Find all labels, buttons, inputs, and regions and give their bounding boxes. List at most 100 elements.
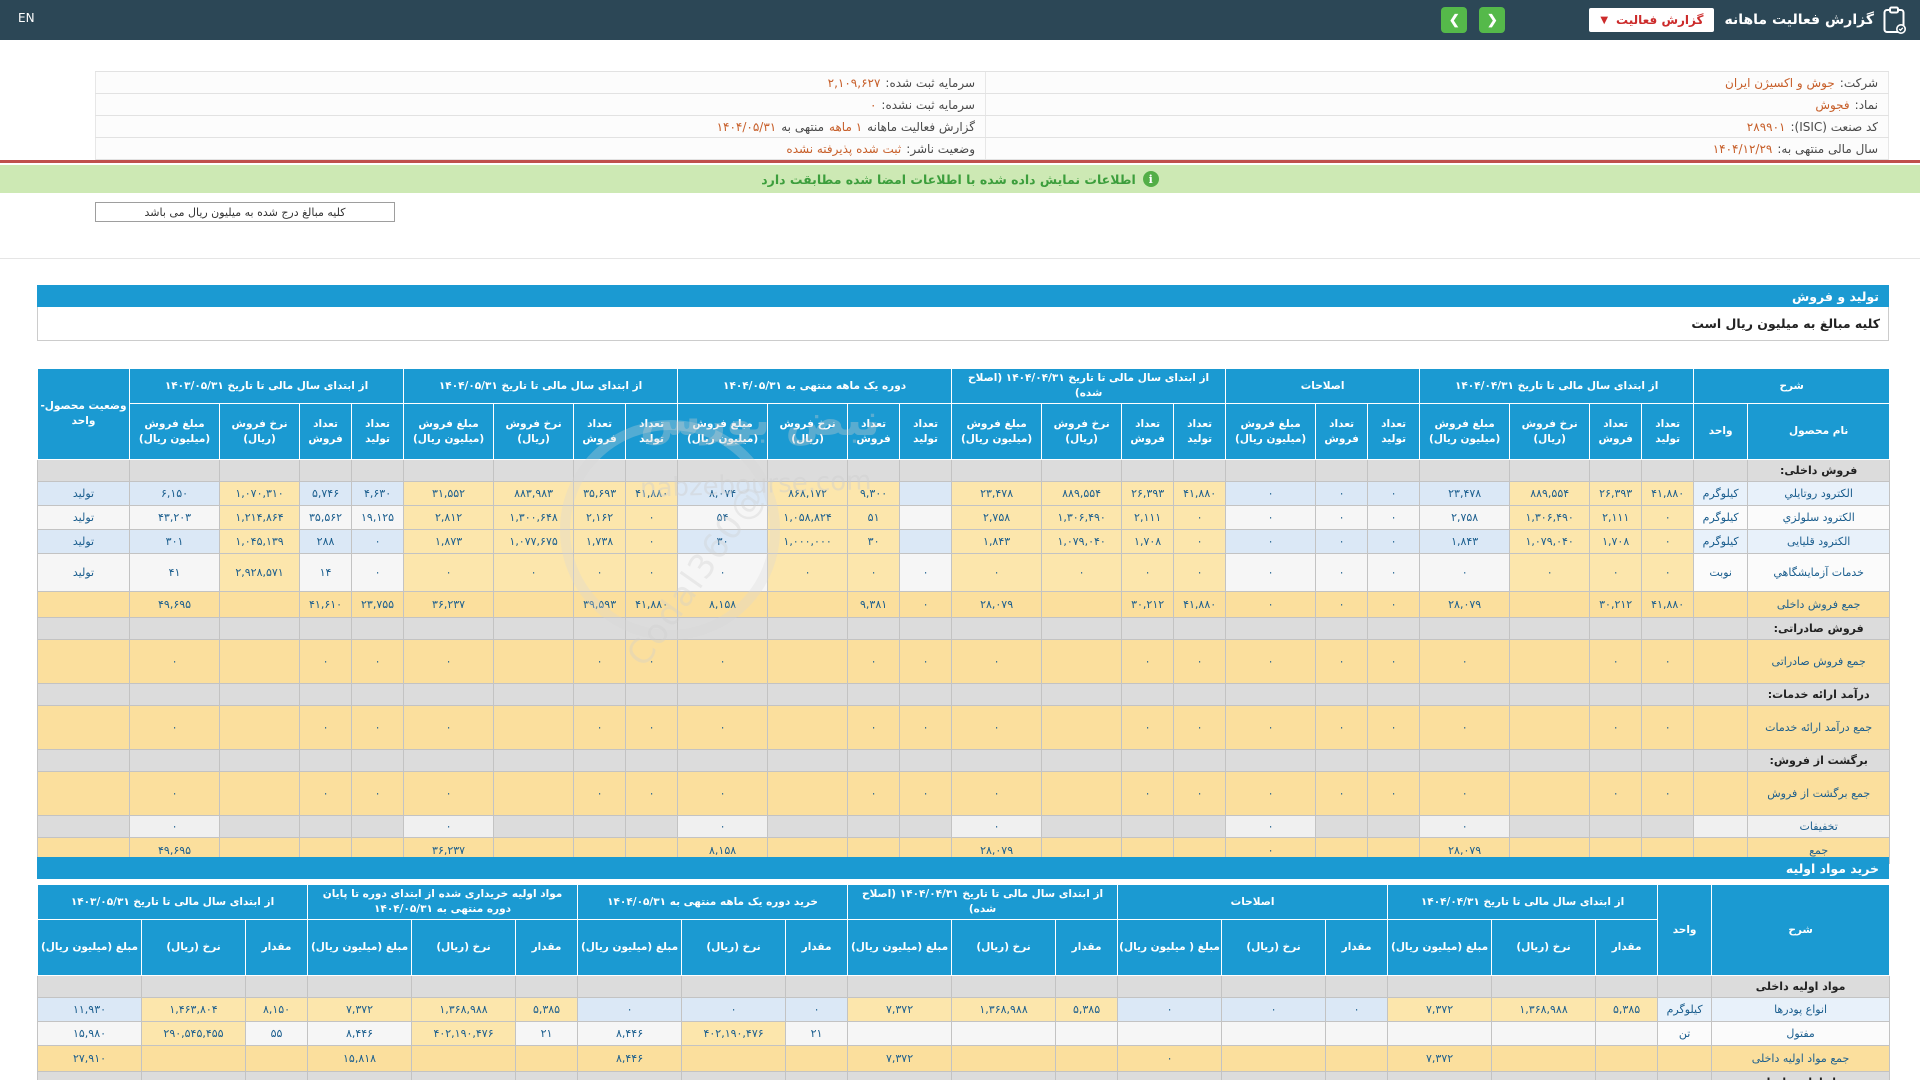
empty-cell <box>899 617 953 641</box>
row-label: الکترود قلیایی <box>1747 529 1891 555</box>
value-cell: ۱۵,۸۱۸ <box>307 1045 413 1073</box>
value-cell: ۱,۰۴۵,۱۳۹ <box>219 529 301 555</box>
value-cell <box>573 815 627 839</box>
column-header: مبلغ ( میلیون ریال) <box>1117 919 1223 977</box>
value-cell: ۰ <box>351 705 405 751</box>
info-row: کد صنعت (ISIC): ۲۸۹۹۰۱ گزارش فعالیت ماهانه… <box>95 116 1889 138</box>
column-header: مقدار <box>1325 919 1389 977</box>
report-type-value: گزارش فعالیت <box>1616 13 1704 27</box>
empty-cell <box>36 1071 143 1080</box>
value-cell: ۴۱,۸۸۰ <box>625 481 679 507</box>
value-cell <box>767 705 849 751</box>
value-cell: ۰ <box>577 997 683 1023</box>
info-cell-left: سرمایه ثبت شده: ۲,۱۰۹,۶۲۷ <box>95 72 985 93</box>
empty-cell <box>1121 459 1175 483</box>
value-cell <box>899 529 953 555</box>
status-cell <box>37 705 130 751</box>
empty-cell <box>1315 749 1369 773</box>
value-cell <box>1041 771 1123 817</box>
value-cell <box>1055 1021 1119 1047</box>
empty-cell <box>847 617 901 641</box>
empty-cell <box>785 975 849 999</box>
status-cell: تولید <box>37 505 130 531</box>
empty-cell <box>899 683 953 707</box>
value-cell: ۰ <box>625 529 679 555</box>
empty-cell <box>1387 1071 1493 1080</box>
value-cell: ۸۸۹,۵۵۴ <box>1041 481 1123 507</box>
status-cell <box>37 815 130 839</box>
value-cell: ۰ <box>625 705 679 751</box>
value-cell: ۰ <box>847 639 901 685</box>
value-cell <box>1595 1021 1659 1047</box>
value-cell: ۹,۳۰۰ <box>847 481 901 507</box>
info-value: ۰ <box>869 97 877 112</box>
column-header: نرخ فروش (ریال) <box>1509 403 1591 461</box>
value-cell <box>1173 815 1227 839</box>
value-cell: ۰ <box>625 505 679 531</box>
value-cell: ۸,۴۴۶ <box>577 1021 683 1047</box>
value-cell: ۰ <box>1315 481 1369 507</box>
table-row: جمع برگشت از فروش ۰ ۰ ۰ ۰ ۰ ۰ ۰ ۰ ۰ ۰ ۰ ۰ ۰ ۰ ۰ ۰ ۰ ۰ <box>37 771 1891 817</box>
empty-cell <box>411 1071 517 1080</box>
column-header: نرخ (ریال) <box>951 919 1057 977</box>
production-sales-table-wrap: شرح از ابتدای سال مالی تا تاریخ ۱۴۰۴/۰۴/۳… <box>37 367 1891 865</box>
report-type-select[interactable]: گزارش فعالیت ▼ <box>1589 8 1715 32</box>
value-cell: ۰ <box>1041 553 1123 593</box>
value-cell: ۱,۳۰۶,۴۹۰ <box>1041 505 1123 531</box>
value-cell <box>219 591 301 619</box>
unit-cell <box>1693 815 1749 839</box>
empty-cell <box>625 617 679 641</box>
value-cell: ۰ <box>1225 591 1317 619</box>
value-cell <box>1509 591 1591 619</box>
column-header: نرخ (ریال) <box>681 919 787 977</box>
info-label: منتهی به <box>781 119 825 134</box>
empty-cell <box>1117 1071 1223 1080</box>
info-icon: i <box>1142 171 1159 187</box>
previous-report-button[interactable]: ❮ <box>1441 7 1468 33</box>
value-cell: ۰ <box>299 639 353 685</box>
value-cell: ۰ <box>573 771 627 817</box>
value-cell: ۰ <box>1173 771 1227 817</box>
column-group-header: از ابتدای سال مالی تا تاریخ ۱۴۰۳/۰۵/۳۱ <box>128 367 405 405</box>
value-cell <box>1509 705 1591 751</box>
empty-cell <box>573 617 627 641</box>
value-cell: ۰ <box>493 553 575 593</box>
value-cell: ۰ <box>1173 705 1227 751</box>
empty-cell <box>1221 1071 1327 1080</box>
column-group-header: شرح <box>1711 883 1891 977</box>
empty-cell <box>351 459 405 483</box>
value-cell: ۸,۱۵۸ <box>677 591 769 619</box>
value-cell: ۰ <box>1173 505 1227 531</box>
value-cell <box>767 639 849 685</box>
value-cell: ۰ <box>1221 997 1327 1023</box>
empty-cell <box>403 749 495 773</box>
value-cell: ۳۰,۲۱۲ <box>1589 591 1643 619</box>
info-row: نماد: فجوش سرمایه ثبت نشده: ۰ <box>95 94 1889 116</box>
empty-cell <box>951 1071 1057 1080</box>
value-cell: ۰ <box>1315 529 1369 555</box>
empty-cell <box>1509 683 1591 707</box>
info-cell-right: کد صنعت (ISIC): ۲۸۹۹۰۱ <box>985 116 1889 137</box>
section-row: درآمد ارائه خدمات: <box>37 683 1891 707</box>
value-cell: ۰ <box>951 815 1043 839</box>
value-cell <box>1041 815 1123 839</box>
empty-cell <box>951 617 1043 641</box>
section-label: برگشت از فروش: <box>1747 749 1891 773</box>
empty-cell <box>128 683 221 707</box>
value-cell <box>681 1045 787 1073</box>
value-cell <box>847 1021 953 1047</box>
value-cell: ۰ <box>899 553 953 593</box>
row-label: انواع پودرها <box>1711 997 1891 1023</box>
value-cell <box>493 591 575 619</box>
language-en-link[interactable]: EN <box>18 11 35 25</box>
info-cell-right: نماد: فجوش <box>985 94 1889 115</box>
empty-cell <box>1641 749 1695 773</box>
value-cell: ۰ <box>1367 591 1421 619</box>
value-cell: ۲,۱۱۱ <box>1121 505 1175 531</box>
value-cell: ۲۱ <box>785 1021 849 1047</box>
empty-cell <box>299 617 353 641</box>
column-header: تعداد تولید <box>1641 403 1695 461</box>
next-report-button[interactable]: ❯ <box>1479 7 1506 33</box>
value-cell: ۰ <box>767 553 849 593</box>
value-cell <box>951 1021 1057 1047</box>
